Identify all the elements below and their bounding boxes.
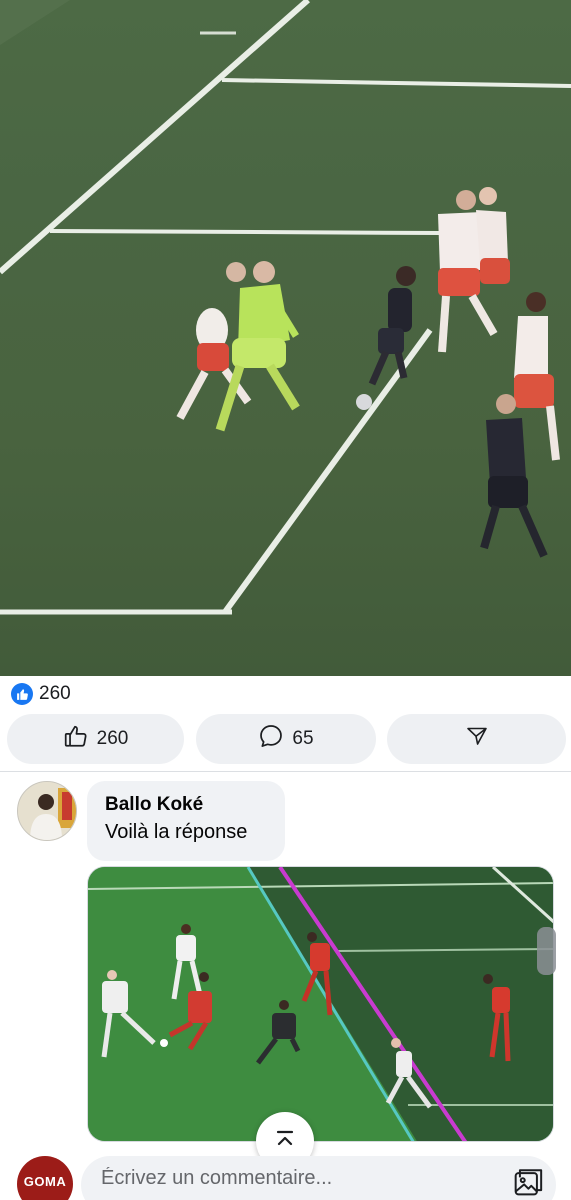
comment-image[interactable] bbox=[87, 866, 554, 1142]
reaction-summary[interactable]: 260 bbox=[11, 682, 71, 706]
comment-composer[interactable] bbox=[81, 1156, 556, 1200]
comment-count: 65 bbox=[292, 728, 314, 749]
comment-text: Voilà la réponse bbox=[105, 821, 248, 843]
pitch-scene bbox=[0, 0, 571, 615]
comment-author[interactable]: Ballo Koké bbox=[105, 792, 267, 818]
current-user-avatar[interactable]: GOMA bbox=[17, 1156, 73, 1200]
image-icon[interactable] bbox=[510, 1166, 544, 1200]
commenter-avatar[interactable] bbox=[17, 781, 77, 841]
thumbs-up-icon bbox=[63, 723, 89, 755]
comment-input[interactable] bbox=[101, 1166, 501, 1190]
chevron-up-icon bbox=[273, 1127, 297, 1156]
like-count: 260 bbox=[96, 728, 129, 749]
comment-bubble[interactable]: Ballo Koké Voilà la réponse bbox=[87, 781, 285, 861]
offside-line-image bbox=[88, 867, 553, 1141]
section-divider bbox=[0, 771, 571, 772]
like-button[interactable]: 260 bbox=[7, 714, 184, 764]
speech-bubble-icon bbox=[258, 723, 284, 755]
avatar-logo-text: GOMA bbox=[23, 1173, 67, 1189]
post-video[interactable] bbox=[0, 0, 571, 676]
share-button[interactable] bbox=[387, 714, 566, 764]
share-arrow-icon bbox=[465, 724, 489, 754]
reaction-count: 260 bbox=[39, 683, 71, 704]
scrollbar-handle[interactable] bbox=[537, 927, 556, 975]
like-reaction-icon bbox=[11, 683, 33, 705]
comment-button[interactable]: 65 bbox=[196, 714, 376, 764]
